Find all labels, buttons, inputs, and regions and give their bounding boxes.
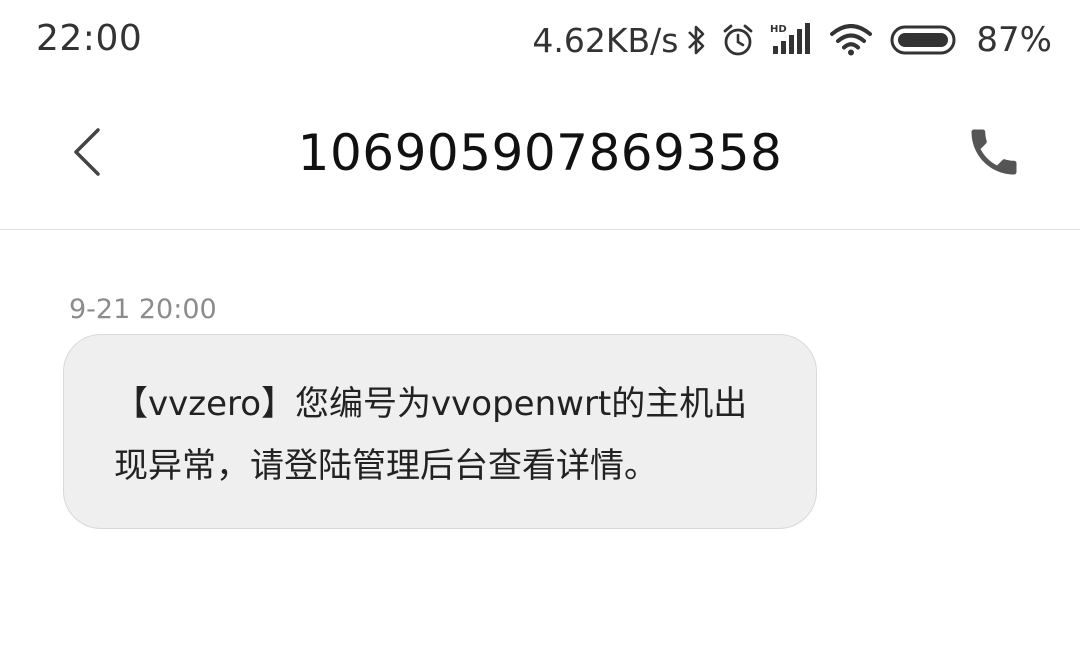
- message-text: 【vvzero】您编号为vvopenwrt的主机出现异常，请登陆管理后台查看详情…: [114, 384, 748, 486]
- svg-text:HD: HD: [770, 24, 787, 35]
- hd-signal-icon: HD: [770, 22, 812, 58]
- wifi-icon: [830, 24, 873, 56]
- status-time: 22:00: [36, 18, 143, 59]
- status-bar: 22:00 4.62KB/s HD 87%: [0, 0, 1080, 80]
- alarm-icon: [720, 22, 756, 58]
- status-indicators: 4.62KB/s HD 87%: [532, 18, 1052, 62]
- call-button[interactable]: [964, 122, 1024, 182]
- message-bubble[interactable]: 【vvzero】您编号为vvopenwrt的主机出现异常，请登陆管理后台查看详情…: [63, 334, 817, 529]
- battery-percentage: 87%: [976, 20, 1052, 60]
- battery-icon: [890, 24, 960, 56]
- contact-number-title: 106905907869358: [297, 124, 783, 182]
- phone-icon: [964, 129, 1024, 186]
- message-timestamp: 9-21 20:00: [69, 294, 217, 325]
- network-speed: 4.62KB/s: [532, 20, 679, 60]
- bluetooth-icon: [686, 22, 708, 58]
- conversation-header: 106905907869358: [0, 80, 1080, 230]
